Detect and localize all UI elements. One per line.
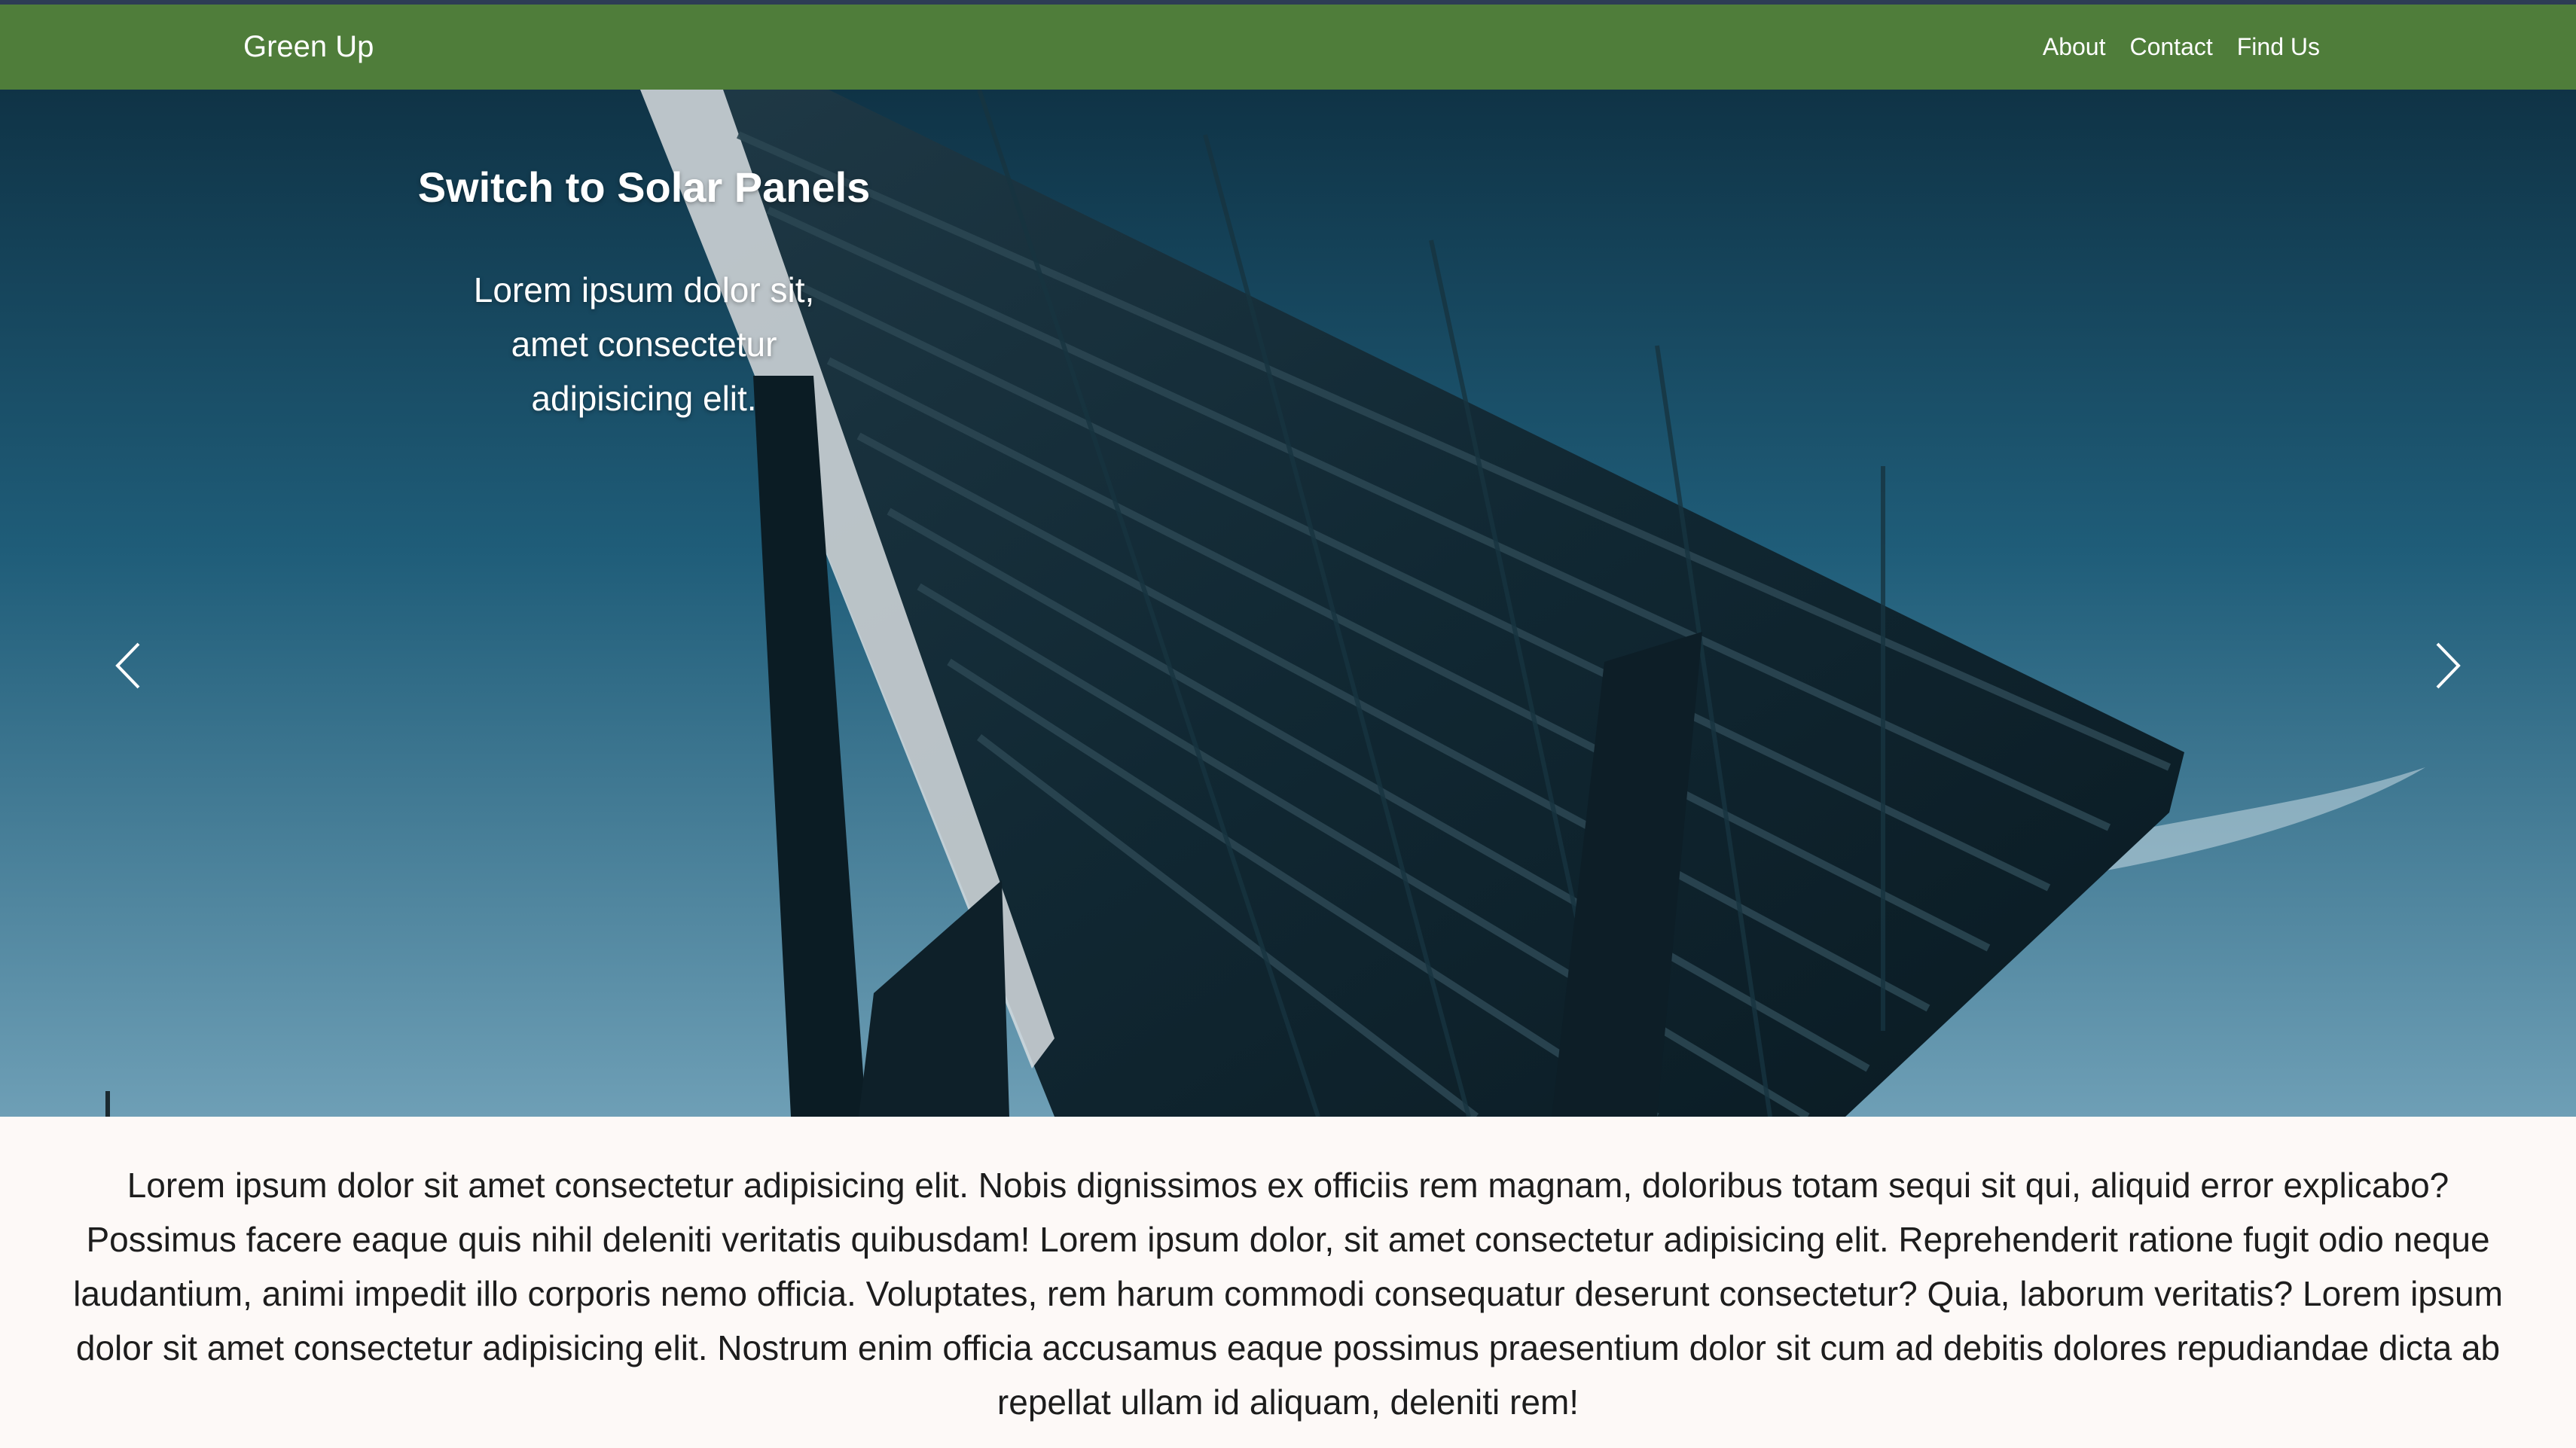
navbar: Green Up About Contact Find Us bbox=[0, 5, 2576, 90]
intro-paragraph: Lorem ipsum dolor sit amet consectetur a… bbox=[73, 1166, 2503, 1422]
hero-carousel: Switch to Solar Panels Lorem ipsum dolor… bbox=[0, 90, 2576, 1117]
nav-links: About Contact Find Us bbox=[2043, 5, 2320, 90]
main-content: Lorem ipsum dolor sit amet consectetur a… bbox=[60, 1158, 2516, 1429]
carousel-caption: Switch to Solar Panels Lorem ipsum dolor… bbox=[362, 157, 926, 425]
chevron-right-icon bbox=[2436, 642, 2461, 689]
chevron-left-icon bbox=[115, 642, 140, 689]
brand-link[interactable]: Green Up bbox=[243, 5, 374, 90]
carousel-next-button[interactable] bbox=[2388, 541, 2508, 790]
nav-link-find-us[interactable]: Find Us bbox=[2237, 33, 2320, 61]
slide-text: Lorem ipsum dolor sit, amet consectetur … bbox=[473, 270, 815, 418]
nav-link-about[interactable]: About bbox=[2043, 33, 2106, 61]
nav-link-contact[interactable]: Contact bbox=[2129, 33, 2212, 61]
carousel-prev-button[interactable] bbox=[68, 541, 188, 790]
slide-title: Switch to Solar Panels bbox=[417, 163, 871, 211]
